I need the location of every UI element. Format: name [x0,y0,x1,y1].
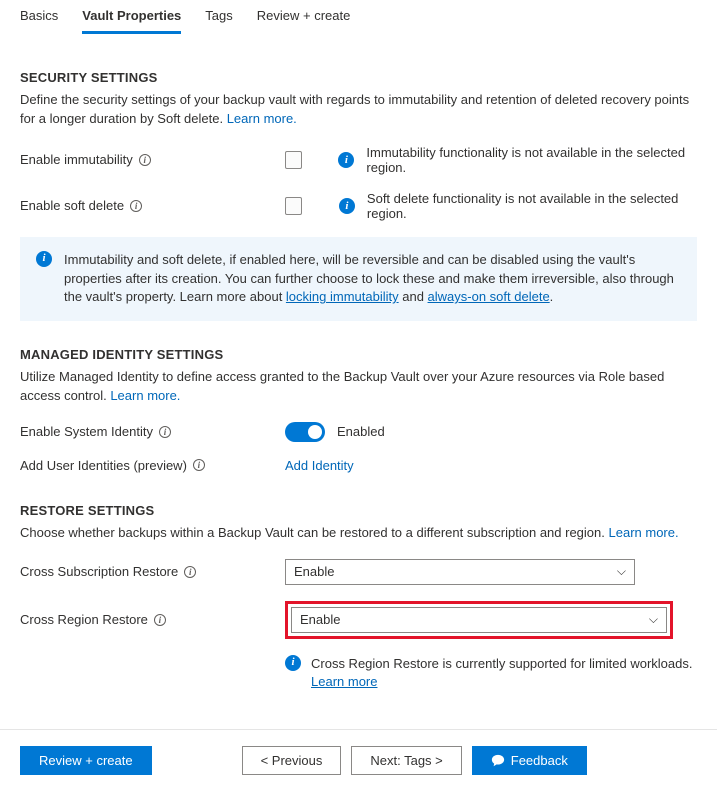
enable-softdelete-row: Enable soft delete i i Soft delete funct… [20,191,697,221]
softdelete-unavailable-msg: Soft delete functionality is not availab… [367,191,697,221]
restore-learn-more-link[interactable]: Learn more. [609,525,679,540]
security-settings-heading: SECURITY SETTINGS [20,70,697,85]
restore-settings-desc: Choose whether backups within a Backup V… [20,524,697,543]
info-icon: i [339,198,355,214]
info-icon[interactable]: i [139,154,151,166]
add-user-identities-row: Add User Identities (preview) i Add Iden… [20,458,697,473]
cross-region-restore-value: Enable [300,612,340,627]
info-icon[interactable]: i [154,614,166,626]
cross-region-restore-row: Cross Region Restore i Enable ⌵ [20,601,697,639]
add-user-identities-label: Add User Identities (preview) [20,458,187,473]
enable-immutability-label: Enable immutability [20,152,133,167]
always-on-softdelete-link[interactable]: always-on soft delete [428,289,550,304]
cross-region-restore-dropdown[interactable]: Enable ⌵ [291,607,667,633]
restore-settings-heading: RESTORE SETTINGS [20,503,697,518]
next-button[interactable]: Next: Tags > [351,746,461,775]
cross-region-info-line: i Cross Region Restore is currently supp… [285,655,695,691]
enable-system-identity-row: Enable System Identity i Enabled [20,422,697,442]
security-settings-desc: Define the security settings of your bac… [20,91,697,129]
review-create-button[interactable]: Review + create [20,746,152,775]
highlight-box: Enable ⌵ [285,601,673,639]
info-icon: i [338,152,354,168]
tab-tags[interactable]: Tags [205,2,232,34]
footer-bar: Review + create < Previous Next: Tags > … [0,730,717,791]
enable-system-identity-label: Enable System Identity [20,424,153,439]
cross-subscription-restore-row: Cross Subscription Restore i Enable ⌵ [20,559,697,585]
add-identity-link[interactable]: Add Identity [285,458,354,473]
tabs-bar: Basics Vault Properties Tags Review + cr… [0,0,717,34]
security-info-callout: i Immutability and soft delete, if enabl… [20,237,697,322]
security-learn-more-link[interactable]: Learn more. [227,111,297,126]
locking-immutability-link[interactable]: locking immutability [286,289,399,304]
chevron-down-icon: ⌵ [649,612,658,627]
feedback-button[interactable]: Feedback [472,746,587,775]
cross-subscription-restore-value: Enable [294,564,334,579]
feedback-label: Feedback [511,753,568,768]
feedback-icon [491,754,505,768]
tab-review-create[interactable]: Review + create [257,2,351,34]
info-icon: i [285,655,301,671]
cross-subscription-restore-label: Cross Subscription Restore [20,564,178,579]
cross-subscription-restore-dropdown[interactable]: Enable ⌵ [285,559,635,585]
tab-vault-properties[interactable]: Vault Properties [82,2,181,34]
enable-softdelete-label: Enable soft delete [20,198,124,213]
identity-settings-heading: MANAGED IDENTITY SETTINGS [20,347,697,362]
enable-immutability-checkbox[interactable] [285,151,302,169]
system-identity-toggle[interactable] [285,422,325,442]
restore-desc-text: Choose whether backups within a Backup V… [20,525,605,540]
identity-learn-more-link[interactable]: Learn more. [110,388,180,403]
info-icon: i [36,251,52,267]
info-icon[interactable]: i [130,200,142,212]
info-icon[interactable]: i [184,566,196,578]
tab-basics[interactable]: Basics [20,2,58,34]
identity-settings-desc: Utilize Managed Identity to define acces… [20,368,697,406]
callout-text-3: . [550,289,554,304]
immutability-unavailable-msg: Immutability functionality is not availa… [366,145,697,175]
callout-text-2: and [399,289,428,304]
security-desc-text: Define the security settings of your bac… [20,92,689,126]
chevron-down-icon: ⌵ [617,564,626,579]
info-icon[interactable]: i [193,459,205,471]
system-identity-toggle-label: Enabled [337,424,385,439]
enable-softdelete-checkbox[interactable] [285,197,302,215]
cross-region-learn-more-link[interactable]: Learn more [311,674,377,689]
cross-region-info-msg: Cross Region Restore is currently suppor… [311,656,693,671]
previous-button[interactable]: < Previous [242,746,342,775]
info-icon[interactable]: i [159,426,171,438]
enable-immutability-row: Enable immutability i i Immutability fun… [20,145,697,175]
cross-region-restore-label: Cross Region Restore [20,612,148,627]
